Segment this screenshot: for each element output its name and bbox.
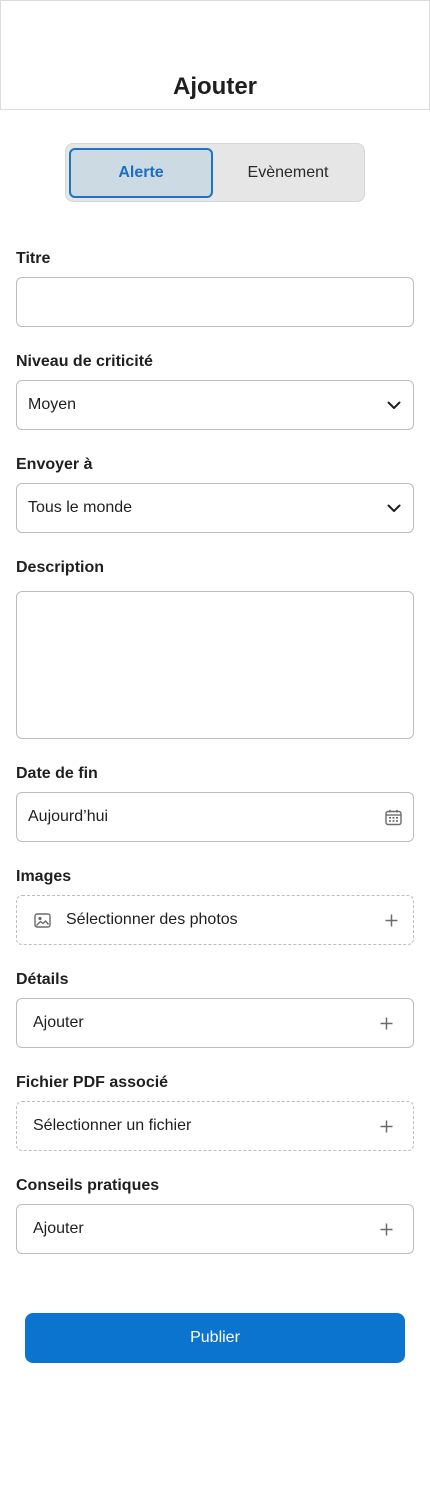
pdf-file-picker[interactable]: Sélectionner un fichier [16,1101,414,1151]
tips-value: Ajouter [33,1220,84,1237]
segment-alerte[interactable]: Alerte [69,148,213,198]
images-placeholder: Sélectionner des photos [66,911,238,928]
chevron-down-icon [386,397,402,413]
details-value: Ajouter [33,1014,84,1031]
details-label: Détails [16,971,69,988]
tips-add-field[interactable]: Ajouter [16,1204,414,1254]
publish-button[interactable]: Publier [25,1313,405,1363]
calendar-icon[interactable] [384,808,402,826]
criticality-label: Niveau de criticité [16,353,153,370]
tips-label: Conseils pratiques [16,1177,160,1194]
page-header: Ajouter [0,0,430,110]
plus-icon[interactable] [383,912,399,928]
plus-icon[interactable] [378,1015,394,1031]
send-to-select[interactable]: Tous le monde [16,483,414,533]
end-date-value: Aujourd’hui [28,808,109,825]
pdf-placeholder: Sélectionner un fichier [33,1117,192,1134]
details-add-field[interactable]: Ajouter [16,998,414,1048]
image-icon [34,911,52,929]
title-label: Titre [16,250,51,267]
criticality-value: Moyen [28,396,77,413]
send-to-label: Envoyer à [16,456,93,473]
end-date-label: Date de fin [16,765,98,782]
pdf-label: Fichier PDF associé [16,1074,169,1091]
send-to-value: Tous le monde [28,499,133,516]
description-label: Description [16,559,105,576]
plus-icon[interactable] [378,1221,394,1237]
title-input[interactable] [16,277,414,327]
plus-icon[interactable] [378,1118,394,1134]
end-date-field[interactable]: Aujourd’hui [16,792,414,842]
criticality-select[interactable]: Moyen [16,380,414,430]
segment-evenement[interactable]: Evènement [216,148,360,198]
description-textarea[interactable] [16,591,414,739]
images-picker[interactable]: Sélectionner des photos [16,895,414,945]
images-label: Images [16,868,72,885]
page-title: Ajouter [173,73,257,100]
chevron-down-icon [386,500,402,516]
type-segmented-control: Alerte Evènement [65,143,365,202]
